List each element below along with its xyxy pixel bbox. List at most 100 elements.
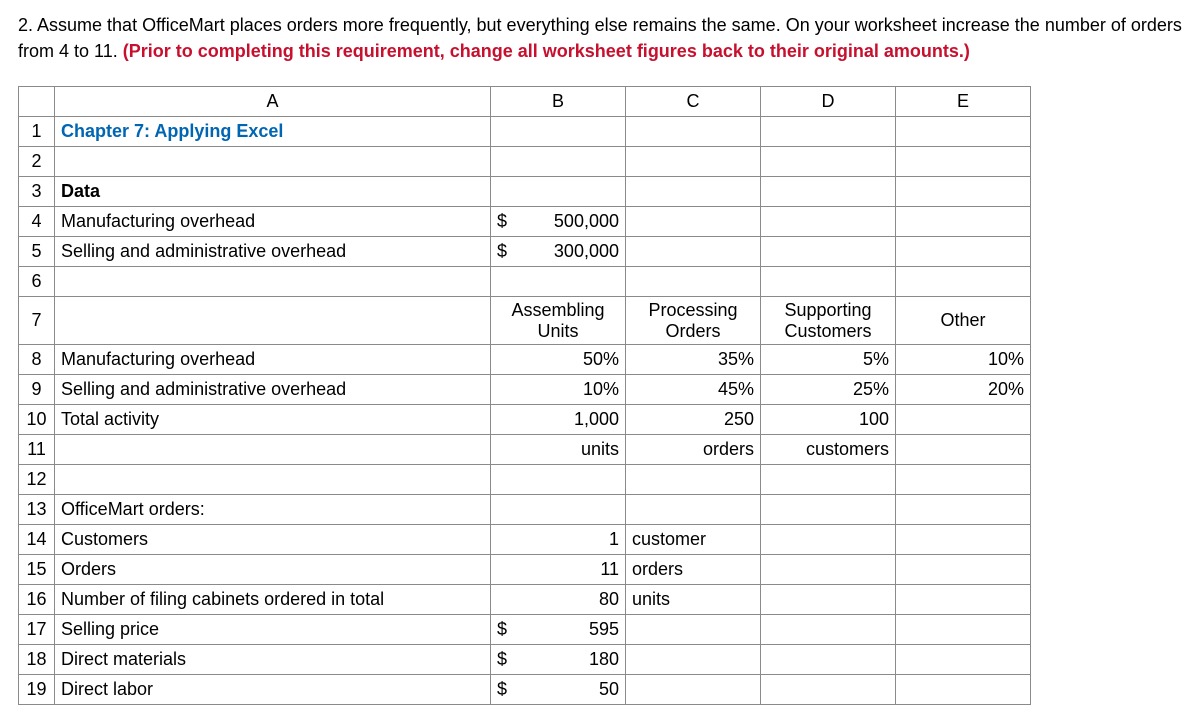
- cell-A6[interactable]: [55, 267, 491, 297]
- cell-B17-cur[interactable]: $: [491, 615, 521, 645]
- cell-E2[interactable]: [896, 147, 1031, 177]
- cell-B19-val[interactable]: 50: [521, 675, 626, 705]
- cell-C13[interactable]: [626, 495, 761, 525]
- cell-C11[interactable]: orders: [626, 435, 761, 465]
- cell-A15[interactable]: Orders: [55, 555, 491, 585]
- cell-B13[interactable]: [491, 495, 626, 525]
- cell-D15[interactable]: [761, 555, 896, 585]
- cell-E3[interactable]: [896, 177, 1031, 207]
- cell-C18[interactable]: [626, 645, 761, 675]
- cell-D17[interactable]: [761, 615, 896, 645]
- cell-E7[interactable]: Other: [896, 297, 1031, 345]
- cell-A18[interactable]: Direct materials: [55, 645, 491, 675]
- cell-E15[interactable]: [896, 555, 1031, 585]
- cell-C4[interactable]: [626, 207, 761, 237]
- cell-C17[interactable]: [626, 615, 761, 645]
- cell-D5[interactable]: [761, 237, 896, 267]
- cell-D1[interactable]: [761, 117, 896, 147]
- cell-C14[interactable]: customer: [626, 525, 761, 555]
- cell-A16[interactable]: Number of filing cabinets ordered in tot…: [55, 585, 491, 615]
- cell-B6[interactable]: [491, 267, 626, 297]
- cell-D16[interactable]: [761, 585, 896, 615]
- cell-B12[interactable]: [491, 465, 626, 495]
- cell-A14[interactable]: Customers: [55, 525, 491, 555]
- cell-B7[interactable]: Assembling Units: [491, 297, 626, 345]
- cell-C16[interactable]: units: [626, 585, 761, 615]
- cell-D6[interactable]: [761, 267, 896, 297]
- cell-B8[interactable]: 50%: [491, 345, 626, 375]
- cell-B3[interactable]: [491, 177, 626, 207]
- cell-D10[interactable]: 100: [761, 405, 896, 435]
- cell-A10[interactable]: Total activity: [55, 405, 491, 435]
- cell-D4[interactable]: [761, 207, 896, 237]
- cell-C10[interactable]: 250: [626, 405, 761, 435]
- cell-C5[interactable]: [626, 237, 761, 267]
- cell-E9[interactable]: 20%: [896, 375, 1031, 405]
- cell-B19-cur[interactable]: $: [491, 675, 521, 705]
- cell-A9[interactable]: Selling and administrative overhead: [55, 375, 491, 405]
- cell-B4-val[interactable]: 500,000: [521, 207, 626, 237]
- cell-E14[interactable]: [896, 525, 1031, 555]
- cell-B1[interactable]: [491, 117, 626, 147]
- cell-C15[interactable]: orders: [626, 555, 761, 585]
- cell-B18-val[interactable]: 180: [521, 645, 626, 675]
- cell-E13[interactable]: [896, 495, 1031, 525]
- cell-D9[interactable]: 25%: [761, 375, 896, 405]
- cell-A1[interactable]: Chapter 7: Applying Excel: [55, 117, 491, 147]
- cell-B10[interactable]: 1,000: [491, 405, 626, 435]
- cell-C2[interactable]: [626, 147, 761, 177]
- cell-B5-cur[interactable]: $: [491, 237, 521, 267]
- cell-B17-val[interactable]: 595: [521, 615, 626, 645]
- cell-C19[interactable]: [626, 675, 761, 705]
- cell-E11[interactable]: [896, 435, 1031, 465]
- cell-A17[interactable]: Selling price: [55, 615, 491, 645]
- cell-B9[interactable]: 10%: [491, 375, 626, 405]
- cell-A8[interactable]: Manufacturing overhead: [55, 345, 491, 375]
- cell-D3[interactable]: [761, 177, 896, 207]
- cell-D19[interactable]: [761, 675, 896, 705]
- cell-C7[interactable]: Processing Orders: [626, 297, 761, 345]
- cell-C9[interactable]: 45%: [626, 375, 761, 405]
- cell-E6[interactable]: [896, 267, 1031, 297]
- cell-A12[interactable]: [55, 465, 491, 495]
- cell-D12[interactable]: [761, 465, 896, 495]
- cell-B14[interactable]: 1: [491, 525, 626, 555]
- cell-A5[interactable]: Selling and administrative overhead: [55, 237, 491, 267]
- cell-D18[interactable]: [761, 645, 896, 675]
- cell-A13[interactable]: OfficeMart orders:: [55, 495, 491, 525]
- cell-B11[interactable]: units: [491, 435, 626, 465]
- cell-B5-val[interactable]: 300,000: [521, 237, 626, 267]
- cell-B2[interactable]: [491, 147, 626, 177]
- cell-A4[interactable]: Manufacturing overhead: [55, 207, 491, 237]
- cell-E17[interactable]: [896, 615, 1031, 645]
- cell-D2[interactable]: [761, 147, 896, 177]
- cell-E18[interactable]: [896, 645, 1031, 675]
- cell-A19[interactable]: Direct labor: [55, 675, 491, 705]
- cell-D13[interactable]: [761, 495, 896, 525]
- cell-A11[interactable]: [55, 435, 491, 465]
- cell-E16[interactable]: [896, 585, 1031, 615]
- cell-A7[interactable]: [55, 297, 491, 345]
- cell-B15[interactable]: 11: [491, 555, 626, 585]
- cell-A2[interactable]: [55, 147, 491, 177]
- cell-D14[interactable]: [761, 525, 896, 555]
- cell-E4[interactable]: [896, 207, 1031, 237]
- cell-D7[interactable]: Supporting Customers: [761, 297, 896, 345]
- cell-D8[interactable]: 5%: [761, 345, 896, 375]
- cell-B18-cur[interactable]: $: [491, 645, 521, 675]
- cell-B16[interactable]: 80: [491, 585, 626, 615]
- cell-C12[interactable]: [626, 465, 761, 495]
- cell-E1[interactable]: [896, 117, 1031, 147]
- cell-E12[interactable]: [896, 465, 1031, 495]
- cell-C3[interactable]: [626, 177, 761, 207]
- cell-D11[interactable]: customers: [761, 435, 896, 465]
- cell-C8[interactable]: 35%: [626, 345, 761, 375]
- cell-B4-cur[interactable]: $: [491, 207, 521, 237]
- cell-E10[interactable]: [896, 405, 1031, 435]
- cell-E5[interactable]: [896, 237, 1031, 267]
- cell-E19[interactable]: [896, 675, 1031, 705]
- cell-C6[interactable]: [626, 267, 761, 297]
- cell-C1[interactable]: [626, 117, 761, 147]
- cell-E8[interactable]: 10%: [896, 345, 1031, 375]
- cell-A3[interactable]: Data: [55, 177, 491, 207]
